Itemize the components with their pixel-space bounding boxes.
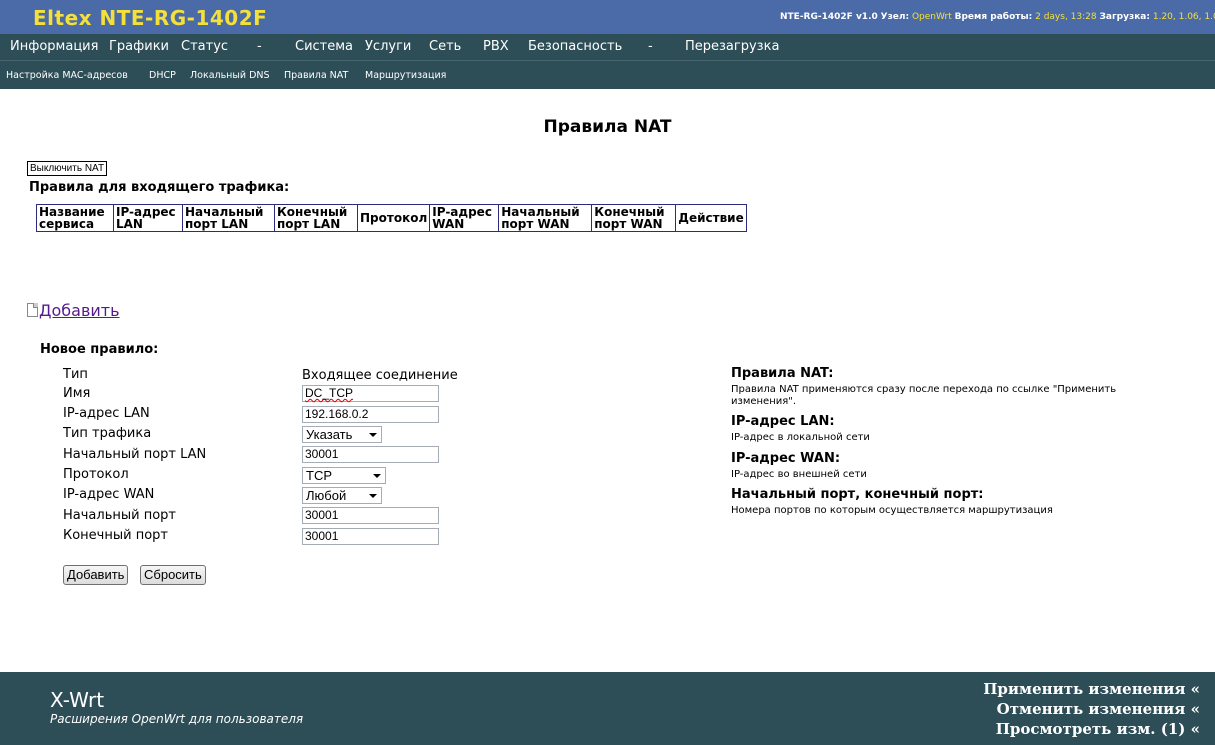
column-header: Конечный порт LAN: [274, 204, 358, 232]
load-value: 1.20, 1.06, 1.0: [1152, 12, 1215, 22]
subnav-routing[interactable]: Маршрутизация: [365, 70, 446, 81]
review-changes-link[interactable]: Просмотреть изм. (1) «: [996, 720, 1200, 738]
apply-changes-link[interactable]: Применить изменения «: [983, 680, 1200, 698]
lan-start-port-input[interactable]: 30001: [302, 446, 439, 463]
help-text: Правила NAT применяются сразу после пере…: [731, 384, 1117, 407]
table-header-row: Название сервиса IP-адрес LAN Начальный пор…: [36, 204, 747, 232]
lan-start-port-label: Начальный порт LAN: [63, 447, 207, 462]
page-title: Правила NAT: [543, 117, 672, 137]
wan-ip-select[interactable]: Любой: [302, 487, 382, 504]
device-title: Eltex NTE-RG-1402F: [33, 6, 268, 30]
start-port-label: Начальный порт: [63, 508, 176, 523]
traffic-type-label: Тип трафика: [63, 426, 152, 441]
nav-info[interactable]: Информация: [10, 39, 98, 54]
lan-ip-label: IP-адрес LAN: [63, 406, 150, 421]
protocol-select[interactable]: TCP: [302, 467, 386, 484]
name-input[interactable]: DC_TCP: [302, 385, 439, 402]
lan-ip-input[interactable]: 192.168.0.2: [302, 406, 439, 423]
load-label: Загрузка:: [1099, 12, 1150, 22]
nav-services[interactable]: Услуги: [365, 39, 411, 54]
column-header: Начальный порт LAN: [182, 204, 275, 232]
nav-graphs[interactable]: Графики: [109, 39, 169, 54]
help-text: IP-адрес во внешней сети: [731, 469, 867, 480]
nav-reboot[interactable]: Перезагрузка: [685, 39, 779, 54]
footer-brand: X-Wrt: [50, 688, 105, 712]
column-header: Название сервиса: [36, 204, 114, 232]
reset-button[interactable]: Сбросить: [140, 565, 206, 585]
disable-nat-button[interactable]: Выключить NAT: [27, 161, 108, 176]
add-button[interactable]: Добавить: [63, 565, 129, 585]
status-line: NTE-RG-1402F v1.0 Узел: OpenWrt Время ра…: [780, 12, 1215, 22]
uptime-value: 2 days, 13:28: [1035, 12, 1097, 22]
nav-separator: -: [257, 39, 262, 54]
document-icon: [27, 303, 38, 317]
top-header: Eltex NTE-RG-1402F NTE-RG-1402F v1.0 Узе…: [0, 0, 1215, 34]
help-title: IP-адрес LAN:: [731, 414, 835, 429]
help-title: IP-адрес WAN:: [731, 451, 841, 466]
subnav-dhcp[interactable]: DHCP: [149, 70, 176, 81]
name-label: Имя: [63, 386, 91, 401]
type-label: Тип: [63, 367, 88, 382]
help-title: Правила NAT:: [731, 366, 834, 381]
nav-status[interactable]: Статус: [181, 39, 228, 54]
column-header: Действие: [675, 204, 747, 232]
protocol-label: Протокол: [63, 467, 129, 482]
chevron-down-icon: [369, 494, 377, 498]
end-port-label: Конечный порт: [63, 528, 168, 543]
help-text: IP-адрес в локальной сети: [731, 432, 870, 443]
new-rule-title: Новое правило:: [40, 342, 159, 357]
column-header: Начальный порт WAN: [498, 204, 593, 232]
sub-nav: Настройка MAC-адресов DHCP Локальный DNS…: [0, 60, 1215, 89]
node-label: Узел:: [880, 12, 910, 22]
nav-network[interactable]: Сеть: [429, 39, 461, 54]
column-header: Протокол: [356, 204, 431, 232]
end-port-input[interactable]: 30001: [302, 528, 439, 545]
traffic-type-select[interactable]: Указать: [302, 426, 382, 443]
help-text: Номера портов по которым осуществляется …: [731, 505, 1053, 516]
nav-security[interactable]: Безопасность: [528, 39, 622, 54]
uptime-label: Время работы:: [954, 12, 1033, 22]
wan-ip-label: IP-адрес WAN: [63, 487, 155, 502]
device-model: NTE-RG-1402F v1.0: [780, 12, 878, 22]
node-value: OpenWrt: [911, 12, 952, 22]
incoming-rules-title: Правила для входящего трафика:: [29, 180, 290, 195]
incoming-rules-table: Название сервиса IP-адрес LAN Начальный пор…: [36, 204, 747, 232]
subnav-mac[interactable]: Настройка MAC-адресов: [6, 70, 128, 81]
main-nav: Информация Графики Статус - Система Услу…: [0, 34, 1215, 60]
help-title: Начальный порт, конечный порт:: [731, 487, 984, 502]
type-value: Входящее соединение: [302, 368, 458, 383]
start-port-input[interactable]: 30001: [302, 507, 439, 524]
nav-pbx[interactable]: PBX: [483, 39, 509, 54]
nav-separator: -: [648, 39, 653, 54]
footer-subtitle: Расширения OpenWrt для пользователя: [50, 712, 304, 726]
chevron-down-icon: [369, 433, 377, 437]
nav-system[interactable]: Система: [295, 39, 353, 54]
add-rule-link[interactable]: Добавить: [27, 301, 120, 320]
revert-changes-link[interactable]: Отменить изменения «: [997, 700, 1200, 718]
subnav-local-dns[interactable]: Локальный DNS: [190, 70, 270, 81]
subnav-nat-rules[interactable]: Правила NAT: [284, 70, 348, 81]
chevron-down-icon: [373, 474, 381, 478]
column-header: IP-адрес WAN: [429, 204, 500, 232]
column-header: IP-адрес LAN: [113, 204, 183, 232]
column-header: Конечный порт WAN: [591, 204, 677, 232]
footer: X-Wrt Расширения OpenWrt для пользовател…: [0, 672, 1215, 745]
